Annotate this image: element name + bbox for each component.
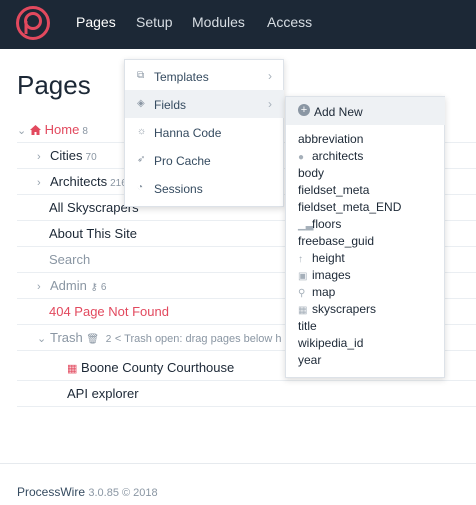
- chevron-down-icon[interactable]: ⌄: [37, 332, 47, 345]
- add-new-field-button[interactable]: + Add New: [286, 97, 445, 125]
- tree-label-about[interactable]: About This Site: [49, 226, 137, 241]
- field-label: images: [312, 268, 351, 282]
- tree-label-api-explorer[interactable]: API explorer: [67, 386, 139, 401]
- trash-hint: < Trash open: drag pages below h: [114, 333, 282, 345]
- field-label: abbreviation: [298, 132, 364, 146]
- child-count: 6: [100, 282, 107, 293]
- field-item-body[interactable]: body: [298, 166, 324, 180]
- field-label: fieldset_meta: [298, 183, 370, 197]
- page-title: Pages: [17, 70, 91, 100]
- field-label: freebase_guid: [298, 234, 375, 248]
- tree-label-cities[interactable]: Cities: [50, 148, 83, 163]
- tree-label-architects[interactable]: Architects: [50, 174, 107, 189]
- setup-dropdown-menu: ⧉ Templates › ◈ Fields › ☼ Hanna Code ➶ …: [124, 59, 284, 207]
- field-item-fieldset-meta-end[interactable]: fieldset_meta_END: [298, 200, 401, 214]
- footer-version: 3.0.85 © 2018: [88, 487, 158, 499]
- nav-setup[interactable]: Setup: [136, 14, 173, 30]
- field-item-architects[interactable]: ● architects: [298, 149, 363, 163]
- child-count: 70: [85, 152, 97, 163]
- tree-label-home[interactable]: Home: [45, 122, 80, 137]
- field-item-skyscrapers[interactable]: ▦ skyscrapers: [298, 302, 376, 316]
- menu-item-templates[interactable]: ⧉ Templates ›: [125, 62, 284, 90]
- building-icon: ▦: [67, 363, 78, 375]
- chevron-right-icon[interactable]: ›: [37, 281, 47, 293]
- chevron-right-icon[interactable]: ›: [37, 151, 47, 163]
- field-item-height[interactable]: ↑ height: [298, 251, 345, 265]
- cubes-icon: ⧉: [137, 70, 145, 81]
- menu-item-pro-cache[interactable]: ➶ Pro Cache: [125, 146, 284, 174]
- field-label: architects: [312, 149, 364, 163]
- trash-icon: 🗑: [86, 334, 100, 345]
- fields-submenu: + Add New abbreviation ● architects body …: [285, 96, 445, 378]
- field-label: body: [298, 166, 325, 180]
- tree-label-404[interactable]: 404 Page Not Found: [49, 304, 169, 319]
- child-count: 2: [105, 334, 112, 345]
- field-item-freebase-guid[interactable]: freebase_guid: [298, 234, 374, 248]
- footer: ProcessWire 3.0.85 © 2018: [17, 485, 158, 499]
- field-item-map[interactable]: ⚲ map: [298, 285, 335, 299]
- tree-label-search[interactable]: Search: [49, 252, 90, 267]
- map-marker-icon: ⚲: [298, 288, 306, 299]
- top-navbar: Pages Setup Modules Access: [0, 0, 476, 49]
- nav-access[interactable]: Access: [267, 14, 312, 30]
- sun-icon: ☼: [137, 126, 147, 137]
- field-item-wikipedia-id[interactable]: wikipedia_id: [298, 336, 363, 350]
- home-icon: [30, 125, 41, 135]
- field-label: wikipedia_id: [298, 336, 364, 350]
- field-item-year[interactable]: year: [298, 353, 321, 367]
- field-label: map: [312, 285, 336, 299]
- tree-label-trash[interactable]: Trash: [50, 330, 83, 345]
- nav-modules[interactable]: Modules: [192, 14, 245, 30]
- add-new-label: Add New: [314, 105, 363, 119]
- rocket-icon: ➶: [137, 154, 146, 165]
- menu-item-label: Hanna Code: [154, 126, 222, 140]
- arrow-up-icon: ↑: [298, 254, 303, 265]
- user-icon: ●: [298, 152, 305, 163]
- image-icon: ▣: [298, 271, 308, 282]
- field-item-fieldset-meta[interactable]: fieldset_meta: [298, 183, 369, 197]
- footer-brand[interactable]: ProcessWire: [17, 485, 85, 499]
- building-icon: ▦: [298, 305, 308, 316]
- chevron-right-icon: ›: [268, 97, 272, 111]
- field-item-images[interactable]: ▣ images: [298, 268, 351, 282]
- nav-pages[interactable]: Pages: [76, 14, 116, 30]
- menu-item-label: Templates: [154, 70, 209, 84]
- field-label: skyscrapers: [312, 302, 377, 316]
- chevron-down-icon[interactable]: ⌄: [17, 124, 27, 137]
- footer-divider: [0, 463, 476, 464]
- field-item-abbreviation[interactable]: abbreviation: [298, 132, 363, 146]
- menu-item-label: Fields: [154, 98, 187, 112]
- menu-item-label: Pro Cache: [154, 154, 211, 168]
- field-label: year: [298, 353, 322, 367]
- field-label: title: [298, 319, 317, 333]
- tree-row-api-explorer[interactable]: API explorer: [17, 381, 476, 407]
- child-count: 8: [82, 126, 88, 137]
- menu-item-hanna-code[interactable]: ☼ Hanna Code: [125, 118, 284, 146]
- signal-icon: ▁▃: [298, 220, 314, 231]
- cube-icon: ◈: [137, 98, 145, 109]
- field-label: height: [312, 251, 345, 265]
- tree-label-admin[interactable]: Admin: [50, 278, 87, 293]
- key-icon: ⚷: [90, 282, 98, 293]
- tree-label-boone[interactable]: Boone County Courthouse: [81, 360, 234, 375]
- processwire-logo-icon[interactable]: [16, 6, 50, 40]
- chevron-right-icon: ›: [268, 69, 272, 83]
- plus-circle-icon: +: [298, 104, 310, 116]
- menu-item-sessions[interactable]: ◔ Sessions: [125, 174, 284, 202]
- field-item-title[interactable]: title: [298, 319, 317, 333]
- chevron-right-icon[interactable]: ›: [37, 177, 47, 189]
- menu-item-fields[interactable]: ◈ Fields ›: [125, 90, 284, 118]
- field-item-floors[interactable]: ▁▃floors: [298, 217, 341, 231]
- field-label: fieldset_meta_END: [298, 200, 402, 214]
- dashboard-icon: ◔: [137, 182, 144, 193]
- field-label: floors: [312, 217, 342, 231]
- menu-item-label: Sessions: [154, 182, 203, 196]
